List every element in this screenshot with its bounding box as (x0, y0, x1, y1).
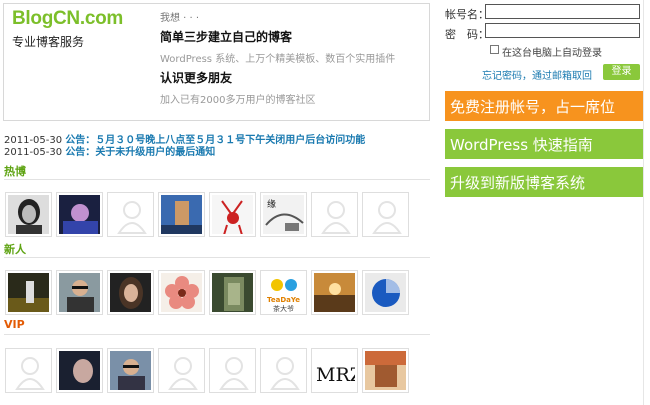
news-date: 2011-05-30 (4, 147, 63, 158)
avatar-hot-5[interactable] (209, 192, 256, 237)
promo-intro: 我想 · · · (160, 13, 200, 24)
hot-avatar-row: 缘 (5, 192, 409, 237)
avatar-vip-8[interactable] (362, 348, 409, 393)
auto-login-checkbox[interactable] (490, 45, 499, 54)
promo-step-1-title: 简单三步建立自己的博客 (160, 30, 293, 44)
news-title[interactable]: 关于未升级用户的最后通知 (95, 147, 215, 158)
avatar-placeholder-icon[interactable] (260, 348, 307, 393)
promo-step-2-title: 认识更多朋友 (160, 71, 233, 85)
avatar-new-4[interactable] (158, 270, 205, 315)
avatar-vip-3[interactable] (107, 348, 154, 393)
username-label: 帐号名： (445, 8, 489, 21)
section-new-header: 新人 (4, 241, 430, 258)
promo-step-2-desc: 加入已有2000多万用户的博客社区 (160, 95, 316, 106)
password-input[interactable] (485, 23, 640, 38)
svg-text:缘: 缘 (267, 198, 276, 210)
avatar-new-5[interactable] (209, 270, 256, 315)
avatar-placeholder-icon[interactable] (311, 192, 358, 237)
wordpress-guide-button[interactable]: WordPress 快速指南 (445, 129, 643, 159)
new-avatar-row: TeaDaYe 茶大爷 (5, 270, 409, 315)
mrz-art-text: MRZ (316, 364, 355, 386)
news-tag: 公告： (65, 147, 96, 158)
avatar-placeholder-icon[interactable] (158, 348, 205, 393)
forgot-password-link[interactable]: 忘记密码，通过邮箱取回 (482, 67, 592, 82)
avatar-hot-1[interactable] (5, 192, 52, 237)
vip-avatar-row: MRZ (5, 348, 409, 393)
avatar-placeholder-icon[interactable] (209, 348, 256, 393)
news-item[interactable]: 2011-05-30 公告：关于未升级用户的最后通知 (4, 143, 215, 158)
section-vip-header: VIP (4, 318, 430, 335)
avatar-new-2[interactable] (56, 270, 103, 315)
avatar-hot-6[interactable]: 缘 (260, 192, 307, 237)
promo-step-1-desc: WordPress 系统、上万个精美模板、数百个实用插件 (160, 54, 396, 65)
avatar-placeholder-icon[interactable] (5, 348, 52, 393)
teadaye-logo-text: TeaDaYe (267, 296, 300, 304)
avatar-new-6[interactable]: TeaDaYe 茶大爷 (260, 270, 307, 315)
avatar-placeholder-icon[interactable] (107, 192, 154, 237)
section-new-title: 新人 (4, 243, 26, 256)
avatar-hot-4[interactable] (158, 192, 205, 237)
password-label: 密 码： (445, 28, 489, 41)
teadaye-logo-text-cn: 茶大爷 (273, 304, 294, 312)
auto-login-label: 在这台电脑上自动登录 (502, 48, 602, 59)
site-slogan: 专业博客服务 (12, 35, 85, 49)
right-divider (643, 0, 644, 405)
avatar-new-8[interactable] (362, 270, 409, 315)
username-input[interactable] (485, 4, 640, 19)
section-hot-title: 热博 (4, 165, 26, 178)
avatar-new-1[interactable] (5, 270, 52, 315)
avatar-placeholder-icon[interactable] (362, 192, 409, 237)
login-button[interactable]: 登录 (603, 64, 640, 80)
avatar-new-3[interactable] (107, 270, 154, 315)
upgrade-blog-button[interactable]: 升级到新版博客系统 (445, 167, 643, 197)
avatar-vip-7[interactable]: MRZ (311, 348, 358, 393)
section-hot-header: 热博 (4, 163, 430, 180)
avatar-new-7[interactable] (311, 270, 358, 315)
avatar-hot-2[interactable] (56, 192, 103, 237)
section-vip-title: VIP (4, 318, 25, 331)
avatar-vip-2[interactable] (56, 348, 103, 393)
register-button[interactable]: 免费注册帐号，占一席位 (445, 91, 643, 121)
site-logo[interactable]: BlogCN.com (12, 8, 123, 30)
